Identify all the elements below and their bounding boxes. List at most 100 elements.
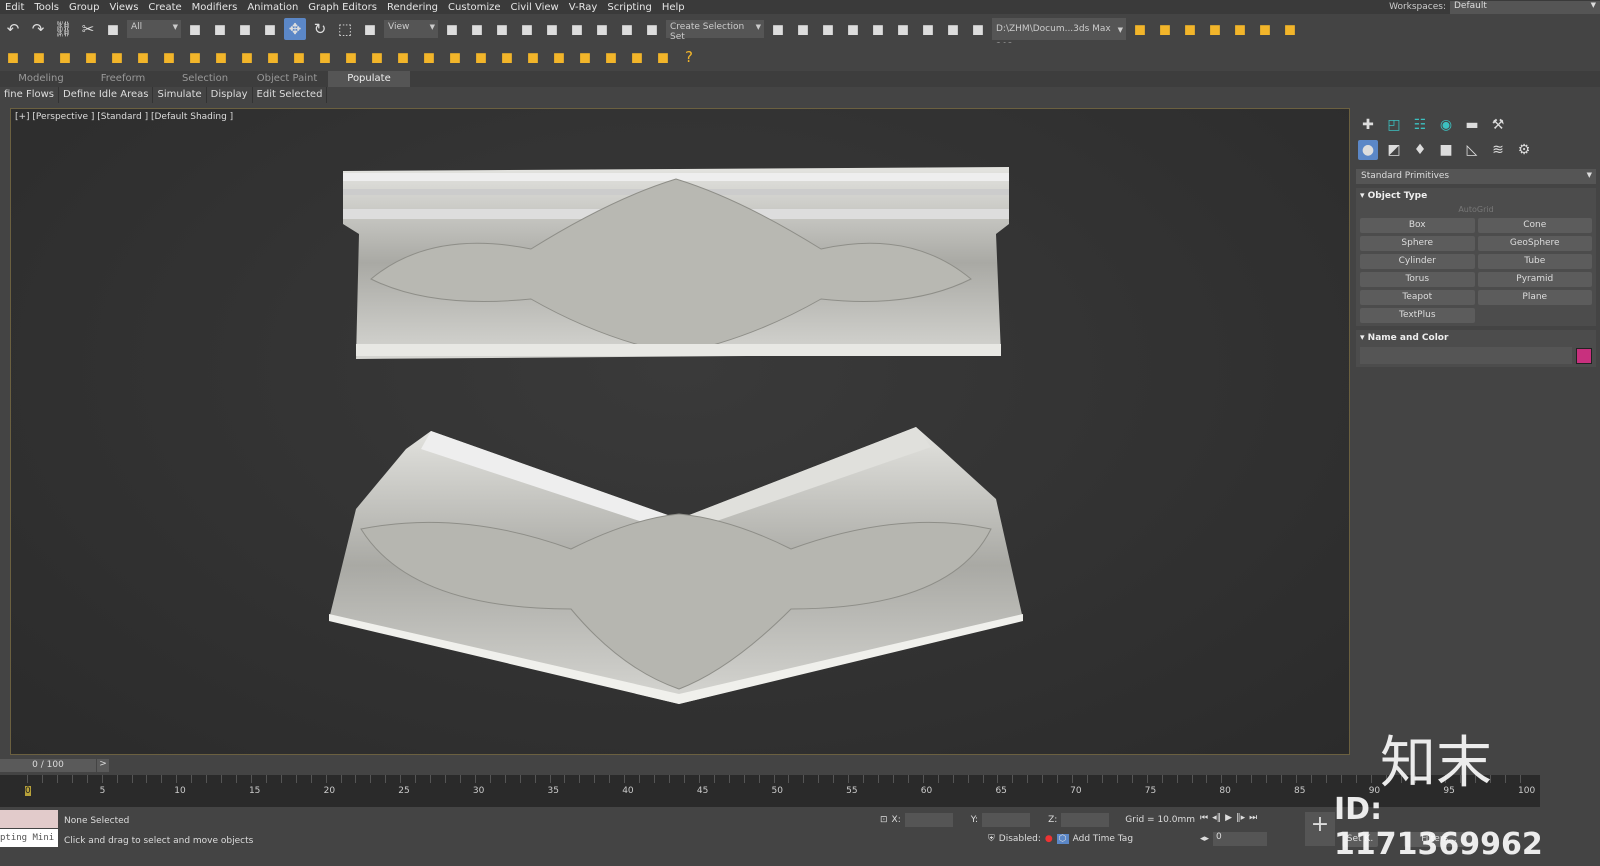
history-icon[interactable]: ◼: [1279, 18, 1301, 40]
create-teapot-button[interactable]: Teapot: [1360, 290, 1475, 305]
vray-fire-icon[interactable]: ◼: [444, 46, 466, 68]
time-slider[interactable]: 0 / 100: [0, 759, 96, 772]
name-and-color-header[interactable]: ▾ Name and Color: [1360, 333, 1592, 343]
time-slider-next[interactable]: >: [97, 759, 109, 772]
autogrid-checkbox[interactable]: AutoGrid: [1360, 205, 1592, 214]
workspaces-dropdown[interactable]: Default: [1450, 0, 1600, 14]
vray-doc-icon[interactable]: ◼: [652, 46, 674, 68]
vray-tree-icon[interactable]: ◼: [626, 46, 648, 68]
vray-box-icon[interactable]: ◼: [54, 46, 76, 68]
perspective-viewport[interactable]: [+] [Perspective ] [Standard ] [Default …: [10, 108, 1350, 755]
helpers-icon[interactable]: ◺: [1462, 140, 1482, 160]
vray-ies-icon[interactable]: ◼: [210, 46, 232, 68]
reference-coordinate-dropdown[interactable]: View: [384, 20, 438, 38]
ribbon-tab-modeling[interactable]: Modeling: [0, 71, 82, 87]
modify-tab-icon[interactable]: ◰: [1384, 115, 1404, 135]
vray-grass-icon[interactable]: ◼: [418, 46, 440, 68]
ribbon-item[interactable]: fine Flows: [0, 87, 60, 103]
ribbon-tab-populate[interactable]: Populate: [328, 71, 410, 87]
vray-palette-icon[interactable]: ◼: [522, 46, 544, 68]
key-mode-icon[interactable]: ◂▸: [1200, 834, 1209, 844]
object-type-header[interactable]: ▾ Object Type: [1360, 191, 1592, 201]
primitive-category-dropdown[interactable]: Standard Primitives: [1356, 169, 1596, 184]
project-path-icon[interactable]: ◼: [1204, 18, 1226, 40]
shapes-icon[interactable]: ◩: [1384, 140, 1404, 160]
menu-animation[interactable]: Animation: [242, 2, 303, 13]
rect-selection-icon[interactable]: ◼: [234, 18, 256, 40]
cameras-icon[interactable]: ■: [1436, 140, 1456, 160]
scene-explorer-icon[interactable]: ◼: [792, 18, 814, 40]
mirror-icon[interactable]: ◼: [441, 18, 463, 40]
play-icon[interactable]: ▶: [1225, 813, 1232, 823]
object-name-input[interactable]: [1360, 347, 1572, 364]
vray-dome-icon[interactable]: ◼: [132, 46, 154, 68]
create-tab-icon[interactable]: ✚: [1358, 115, 1378, 135]
create-plane-button[interactable]: Plane: [1477, 290, 1592, 305]
menu-edit[interactable]: Edit: [0, 2, 29, 13]
angle-snap-icon[interactable]: ◼: [566, 18, 588, 40]
ribbon-item[interactable]: Edit Selected: [253, 87, 328, 103]
project-path-dropdown[interactable]: D:\ZHM\Docum...3ds Max 202: [992, 18, 1126, 52]
geometry-icon[interactable]: ●: [1358, 140, 1378, 160]
select-by-name-icon[interactable]: ◼: [209, 18, 231, 40]
create-cylinder-button[interactable]: Cylinder: [1360, 254, 1475, 269]
utilities-tab-icon[interactable]: ⚒: [1488, 115, 1508, 135]
display-tab-icon[interactable]: ▬: [1462, 115, 1482, 135]
time-tag-icon[interactable]: ⬡: [1056, 834, 1069, 844]
corner-cornice-model[interactable]: [329, 427, 1023, 704]
maxscript-mini-listener[interactable]: pting Mini: [0, 829, 58, 847]
menu-civil-view[interactable]: Civil View: [506, 2, 564, 13]
pivot-icon[interactable]: ◼: [491, 18, 513, 40]
menu-v-ray[interactable]: V-Ray: [564, 2, 603, 13]
vray-plane-icon[interactable]: ◼: [392, 46, 414, 68]
vray-lens-icon[interactable]: ◼: [548, 46, 570, 68]
placement-icon[interactable]: ◼: [359, 18, 381, 40]
ribbon-item[interactable]: Define Idle Areas: [59, 87, 154, 103]
help-icon[interactable]: ?: [678, 46, 700, 68]
project-settings-icon[interactable]: ◼: [1129, 18, 1151, 40]
x-coordinate-input[interactable]: [904, 813, 953, 827]
timer-15-icon[interactable]: ◼: [1254, 18, 1276, 40]
unlink-icon[interactable]: ✂: [77, 18, 99, 40]
scale-icon[interactable]: ⬚: [334, 18, 356, 40]
hierarchy-tab-icon[interactable]: ☷: [1410, 115, 1430, 135]
project-new-icon[interactable]: ◼: [1179, 18, 1201, 40]
menu-customize[interactable]: Customize: [443, 2, 506, 13]
render-setup-icon[interactable]: ◼: [917, 18, 939, 40]
create-box-button[interactable]: Box: [1360, 218, 1475, 233]
render-icon[interactable]: ◼: [967, 18, 989, 40]
maxscript-listener-top[interactable]: [0, 810, 58, 828]
schematic-icon[interactable]: ◼: [867, 18, 889, 40]
edit-named-sets-icon[interactable]: ◼: [641, 18, 663, 40]
selection-filter-dropdown[interactable]: All: [127, 20, 181, 38]
vray-light2-icon[interactable]: ◼: [80, 46, 102, 68]
vray-spark-icon[interactable]: ◼: [314, 46, 336, 68]
key-icon[interactable]: ◼: [516, 18, 538, 40]
vray-light-icon[interactable]: ◼: [28, 46, 50, 68]
menu-scripting[interactable]: Scripting: [602, 2, 656, 13]
rotate-icon[interactable]: ↻: [309, 18, 331, 40]
object-color-swatch[interactable]: [1576, 347, 1592, 364]
render-frame-icon[interactable]: ◼: [942, 18, 964, 40]
project-folder-icon[interactable]: ◼: [1154, 18, 1176, 40]
menu-graph-editors[interactable]: Graph Editors: [303, 2, 382, 13]
z-coordinate-input[interactable]: [1061, 813, 1110, 827]
vray-omni-icon[interactable]: ◼: [262, 46, 284, 68]
vray-icon[interactable]: ◼: [2, 46, 24, 68]
window-crossing-icon[interactable]: ◼: [259, 18, 281, 40]
motion-tab-icon[interactable]: ◉: [1436, 115, 1456, 135]
ribbon-item[interactable]: Display: [207, 87, 253, 103]
ribbon-tab-selection[interactable]: Selection: [164, 71, 246, 87]
go-to-start-icon[interactable]: ⏮: [1200, 813, 1208, 823]
straight-cornice-model[interactable]: [343, 167, 1009, 359]
curve-editor-icon[interactable]: ◼: [842, 18, 864, 40]
vray-fur-icon[interactable]: ◼: [366, 46, 388, 68]
create-textplus-button[interactable]: TextPlus: [1360, 308, 1475, 323]
adaptive-degradation-icon[interactable]: ⛨: [988, 834, 995, 844]
track-bar[interactable]: 0 5 10 15 20 25 30 35 40 45 50 55 60 65 70 75 80 85 90 95 10…: [0, 775, 1540, 807]
bind-spacewarp-icon[interactable]: ◼: [102, 18, 124, 40]
create-pyramid-button[interactable]: Pyramid: [1477, 272, 1592, 287]
menu-rendering[interactable]: Rendering: [382, 2, 443, 13]
vray-sun2-icon[interactable]: ◼: [288, 46, 310, 68]
ribbon-tab-object-paint[interactable]: Object Paint: [246, 71, 328, 87]
